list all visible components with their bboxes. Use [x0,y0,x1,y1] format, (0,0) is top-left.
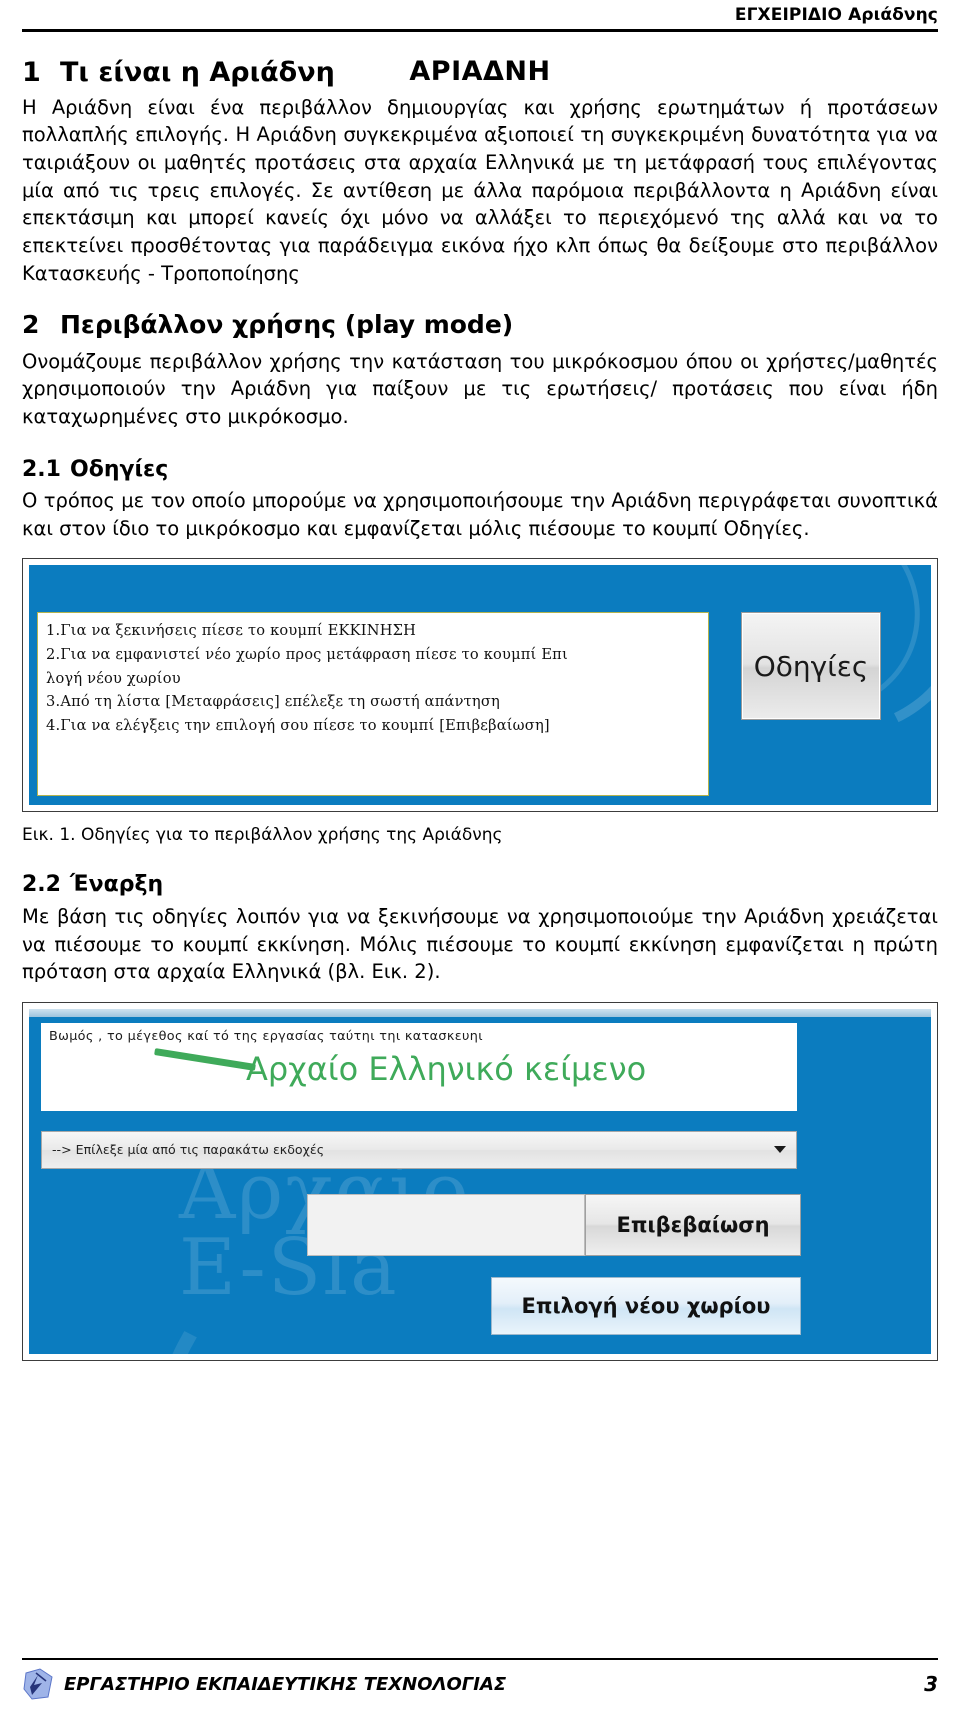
instruction-line: λογή νέου χωρίου [46,669,181,687]
section-2-1-paragraph: Ο τρόπος με τον οποίο μπορούμε να χρησιμ… [22,489,938,540]
heading-2-title: Περιβάλλον χρήσης (play mode) [60,309,514,339]
running-header-text: ΕΓΧΕΙΡΙΔΙΟ Αριάδνης [734,5,938,25]
figure-1-caption: Εικ. 1. Οδηγίες για το περιβάλλον χρήσης… [22,825,503,846]
window-titlebar [29,1008,931,1017]
document-page: ΕΓΧΕΙΡΙΔΙΟ Αριάδνης ΑΡΙΑΔΝΗ 1 Τι είναι η … [0,0,960,1723]
footer-organization: ΕΡΓΑΣΤΗΡΙΟ ΕΚΠΑΙΔΕΥΤΙΚΗΣ ΤΕΧΝΟΛΟΓΙΑΣ [64,1673,507,1695]
document-footer: ΕΡΓΑΣΤΗΡΙΟ ΕΚΠΑΙΔΕΥΤΙΚΗΣ ΤΕΧΝΟΛΟΓΙΑΣ 3 [22,1658,938,1701]
translations-dropdown[interactable]: --> Επίλεξε μία από τις παρακάτω εκδοχές [41,1130,797,1169]
heading-1-title: Τι είναι η Αριάδνη [60,56,335,88]
instructions-textbox: 1.Για να ξεκινήσεις πίεσε το κουμπί ΕΚΚΙ… [37,612,709,797]
footer-page-number: 3 [924,1672,938,1696]
figure-2: Αρχαίο E-Sla Βωμός , το μέγεθος καί τό τη… [22,1001,938,1361]
heading-2-2-number: 2.2 [22,872,61,898]
heading-section-2-1: 2.1 Οδηγίες [22,457,938,483]
instruction-line: 2.Για να εμφανιστεί νέο χωρίο προς μετάφ… [46,646,568,664]
heading-2-1-title: Οδηγίες [70,456,169,482]
instruction-line: 3.Από τη λίστα [Μεταφράσεις] επέλεξε τη … [46,693,500,711]
heading-section-2-2: 2.2 Έναρξη [22,872,938,898]
heading-2-1-number: 2.1 [22,456,61,482]
annotation-label: Αρχαίο Ελληνικό κείμενο [246,1049,647,1088]
new-passage-button[interactable]: Επιλογή νέου χωρίου [491,1276,801,1335]
section-1-paragraph: Η Αριάδνη είναι ένα περιβάλλον δημιουργί… [22,95,938,285]
instruction-line: 4.Για να ελέγξεις την επιλογή σου πίεσε … [46,716,550,734]
running-header: ΕΓΧΕΙΡΙΔΙΟ Αριάδνης [22,0,938,25]
heading-section-2: 2 Περιβάλλον χρήσης (play mode) [22,310,938,340]
heading-2-2-title: Έναρξη [70,872,164,898]
instruction-line: 1.Για να ξεκινήσεις πίεσε το κουμπί ΕΚΚΙ… [46,622,417,640]
annotation-arrow-icon [154,1047,256,1071]
lab-logo-icon [22,1667,56,1701]
ancient-greek-text-panel: Βωμός , το μέγεθος καί τό της εργασίας τ… [41,1022,797,1111]
ariadni-playmode-start-screenshot: Αρχαίο E-Sla Βωμός , το μέγεθος καί τό τη… [29,1008,931,1354]
section-2-2-paragraph: Με βάση τις οδηγίες λοιπόν για να ξεκινή… [22,904,938,984]
confirm-button[interactable]: Επιβεβαίωση [585,1193,801,1256]
header-divider [22,28,938,32]
ancient-greek-sentence: Βωμός , το μέγεθος καί τό της εργασίας τ… [49,1028,483,1044]
answer-field[interactable] [307,1193,585,1256]
translations-dropdown-value: --> Επίλεξε μία από τις παρακάτω εκδοχές [52,1142,325,1158]
footer-divider [22,1658,938,1660]
figure-1: 1.Για να ξεκινήσεις πίεσε το κουμπί ΕΚΚΙ… [22,558,938,813]
heading-1-number: 1 [22,56,41,88]
section-2-paragraph: Ονομάζουμε περιβάλλον χρήσης την κατάστα… [22,349,938,428]
ariadni-playmode-instructions-screenshot: 1.Για να ξεκινήσεις πίεσε το κουμπί ΕΚΚΙ… [29,565,931,806]
help-button[interactable]: Οδηγίες [741,612,881,721]
heading-2-number: 2 [22,309,40,339]
chevron-down-icon [774,1146,786,1154]
